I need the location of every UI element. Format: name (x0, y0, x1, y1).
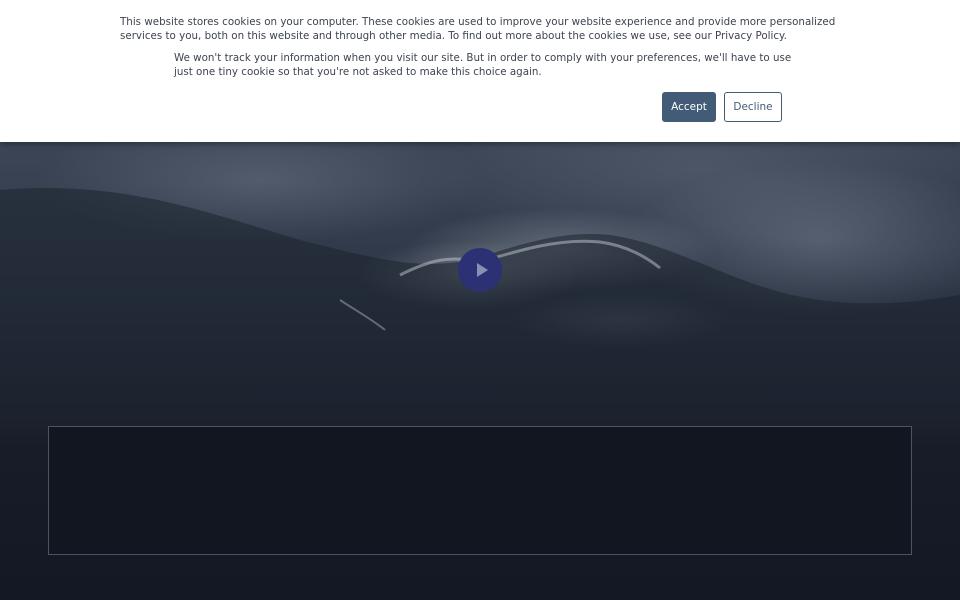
page: This website stores cookies on your comp… (0, 0, 960, 600)
content-panel (48, 426, 912, 555)
cookie-message: This website stores cookies on your comp… (120, 16, 836, 42)
decline-cookies-button[interactable]: Decline (724, 92, 782, 122)
video-play-button[interactable] (458, 248, 502, 292)
cookie-banner: This website stores cookies on your comp… (0, 0, 960, 142)
play-icon (476, 263, 488, 277)
cookie-tracking-notice: We won't track your information when you… (174, 52, 792, 78)
accept-cookies-button[interactable]: Accept (662, 92, 716, 122)
